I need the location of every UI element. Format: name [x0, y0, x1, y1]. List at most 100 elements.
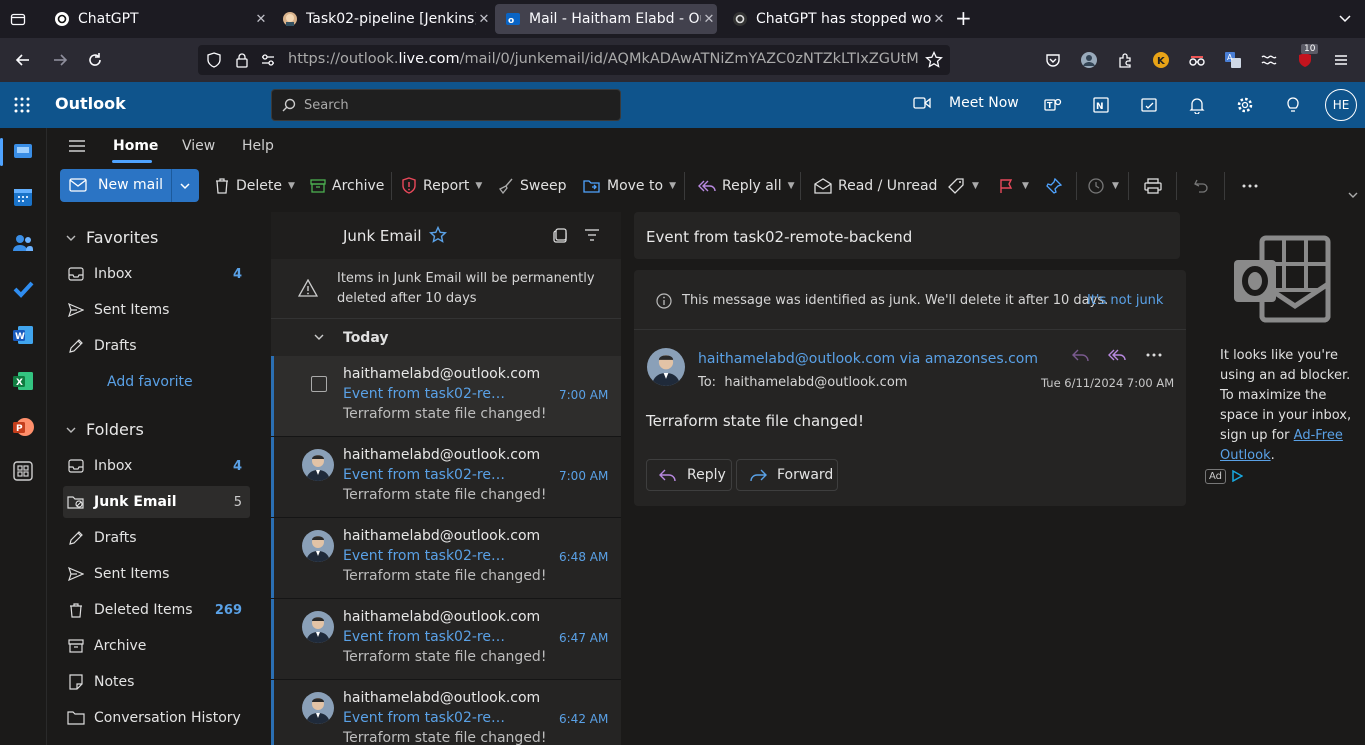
mail-icon[interactable]	[12, 140, 36, 164]
snooze-button[interactable]: ▼	[1088, 176, 1119, 196]
delete-button[interactable]: Delete ▼	[214, 176, 295, 196]
favorites-header[interactable]: Favorites	[66, 228, 158, 247]
reply-all-button[interactable]: Reply all ▼	[698, 176, 795, 196]
folders-header[interactable]: Folders	[66, 420, 144, 439]
excel-icon[interactable]: X	[12, 370, 36, 394]
folder-item-junk-email[interactable]: Junk Email 5	[63, 486, 250, 518]
reply-button[interactable]: Reply	[646, 459, 732, 491]
translate-icon[interactable]: A	[1221, 48, 1245, 72]
chevron-down-icon[interactable]: ▼	[288, 181, 295, 191]
list-item[interactable]: haithamelabd@outlook.com Event from task…	[271, 680, 621, 745]
word-icon[interactable]: W	[12, 324, 36, 348]
user-avatar[interactable]: HE	[1325, 89, 1357, 121]
ellipsis-icon[interactable]	[1146, 352, 1162, 358]
tab-outlook[interactable]: o Mail - Haitham Elabd - Ou ✕	[495, 4, 717, 34]
not-junk-link[interactable]: It's not junk	[1087, 293, 1163, 308]
undo-button[interactable]	[1193, 176, 1215, 196]
teams-icon[interactable]: T	[1041, 93, 1065, 117]
bell-icon[interactable]	[1185, 93, 1209, 117]
expand-ribbon-chevron-icon[interactable]	[1347, 190, 1359, 200]
close-tab-icon[interactable]: ✕	[476, 11, 492, 27]
chevron-down-icon[interactable]: ▼	[669, 181, 676, 191]
new-tab-icon[interactable]: +	[955, 8, 972, 28]
close-tab-icon[interactable]: ✕	[253, 11, 269, 27]
site-permissions-icon[interactable]	[260, 52, 276, 68]
calendar-icon[interactable]	[12, 186, 36, 210]
search-input[interactable]: Search	[271, 89, 621, 121]
tab-home[interactable]: Home	[113, 138, 158, 154]
sender-address[interactable]: haithamelabd@outlook.com via amazonses.c…	[698, 351, 1038, 367]
folder-item-conversation-history[interactable]: Conversation History	[63, 702, 250, 734]
tab-chatgpt[interactable]: ChatGPT ✕	[44, 4, 269, 34]
profile-avatar-icon[interactable]	[1077, 48, 1101, 72]
report-button[interactable]: Report ▼	[401, 176, 482, 196]
shield-icon[interactable]	[206, 52, 222, 68]
fav-item-drafts[interactable]: Drafts	[63, 330, 250, 362]
list-item[interactable]: haithamelabd@outlook.com Event from task…	[271, 599, 621, 680]
chevron-down-icon[interactable]: ▼	[475, 181, 482, 191]
meet-now-button[interactable]: Meet Now	[913, 95, 1019, 111]
tab-overview-icon[interactable]	[10, 11, 26, 27]
fav-item-sent-items[interactable]: Sent Items	[63, 294, 250, 326]
url-bar[interactable]: https://outlook.live.com/mail/0/junkemai…	[198, 45, 950, 75]
list-item[interactable]: haithamelabd@outlook.com Event from task…	[271, 356, 621, 437]
hamburger-menu-icon[interactable]	[1329, 48, 1353, 72]
more-apps-icon[interactable]	[12, 460, 36, 484]
collapse-nav-icon[interactable]	[68, 139, 86, 153]
extensions-icon[interactable]	[1113, 48, 1137, 72]
onenote-icon[interactable]: N	[1089, 93, 1113, 117]
folder-item-sent-items[interactable]: Sent Items	[63, 558, 250, 590]
extension-wave-icon[interactable]	[1257, 48, 1281, 72]
move-to-button[interactable]: Move to ▼	[583, 176, 676, 196]
tag-button[interactable]: ▼	[948, 176, 979, 196]
chevron-down-icon[interactable]: ▼	[972, 181, 979, 191]
read-unread-button[interactable]: Read / Unread	[814, 176, 937, 196]
print-button[interactable]	[1144, 176, 1168, 196]
reply-icon[interactable]	[1072, 348, 1090, 362]
archive-button[interactable]: Archive	[310, 176, 384, 196]
to-address[interactable]: haithamelabd@outlook.com	[724, 375, 907, 390]
chevron-down-icon[interactable]: ▼	[1112, 181, 1119, 191]
todo-icon[interactable]	[12, 278, 36, 302]
add-favorite-link[interactable]: Add favorite	[107, 374, 193, 390]
url-text[interactable]: https://outlook.live.com/mail/0/junkemai…	[288, 51, 918, 67]
chevron-down-icon[interactable]	[179, 181, 191, 191]
pin-button[interactable]	[1046, 176, 1068, 196]
tab-view[interactable]: View	[182, 138, 215, 154]
tab-chatgpt-stopped[interactable]: ChatGPT has stopped wo ✕	[722, 4, 947, 34]
filter-icon[interactable]	[584, 228, 600, 242]
forward-button[interactable]: Forward	[736, 459, 838, 491]
people-icon[interactable]	[12, 232, 36, 256]
tab-help[interactable]: Help	[242, 138, 274, 154]
list-item[interactable]: haithamelabd@outlook.com Event from task…	[271, 437, 621, 518]
more-options-button[interactable]	[1242, 176, 1264, 196]
reply-all-icon[interactable]	[1108, 348, 1126, 362]
sender-avatar[interactable]	[647, 348, 685, 386]
chevron-down-icon[interactable]: ▼	[788, 181, 795, 191]
favorite-star-icon[interactable]	[429, 226, 447, 244]
powerpoint-icon[interactable]: P	[12, 416, 36, 440]
ublock-icon[interactable]: 10	[1293, 44, 1319, 72]
tab-jenkins[interactable]: Task02-pipeline [Jenkins] ✕	[272, 4, 492, 34]
reload-icon[interactable]	[83, 48, 107, 72]
sweep-button[interactable]: Sweep	[498, 176, 566, 196]
lightbulb-icon[interactable]	[1281, 93, 1305, 117]
pocket-icon[interactable]	[1041, 48, 1065, 72]
select-mode-icon[interactable]	[552, 228, 568, 244]
tab-list-chevron-icon[interactable]	[1337, 10, 1353, 26]
app-name[interactable]: Outlook	[55, 94, 126, 113]
bookmark-star-icon[interactable]	[925, 51, 943, 69]
lock-icon[interactable]	[234, 52, 250, 68]
back-icon[interactable]	[11, 48, 35, 72]
adchoices-icon[interactable]	[1231, 470, 1243, 482]
list-item[interactable]: haithamelabd@outlook.com Event from task…	[271, 518, 621, 599]
gear-icon[interactable]	[1233, 93, 1257, 117]
select-checkbox[interactable]	[311, 376, 327, 392]
close-tab-icon[interactable]: ✕	[701, 11, 717, 27]
flag-button[interactable]: ▼	[998, 176, 1029, 196]
close-tab-icon[interactable]: ✕	[931, 11, 947, 27]
folder-item-archive[interactable]: Archive	[63, 630, 250, 662]
folder-item-drafts[interactable]: Drafts	[63, 522, 250, 554]
folder-item-deleted-items[interactable]: Deleted Items 269	[63, 594, 250, 626]
group-header-today[interactable]: Today	[271, 319, 621, 357]
